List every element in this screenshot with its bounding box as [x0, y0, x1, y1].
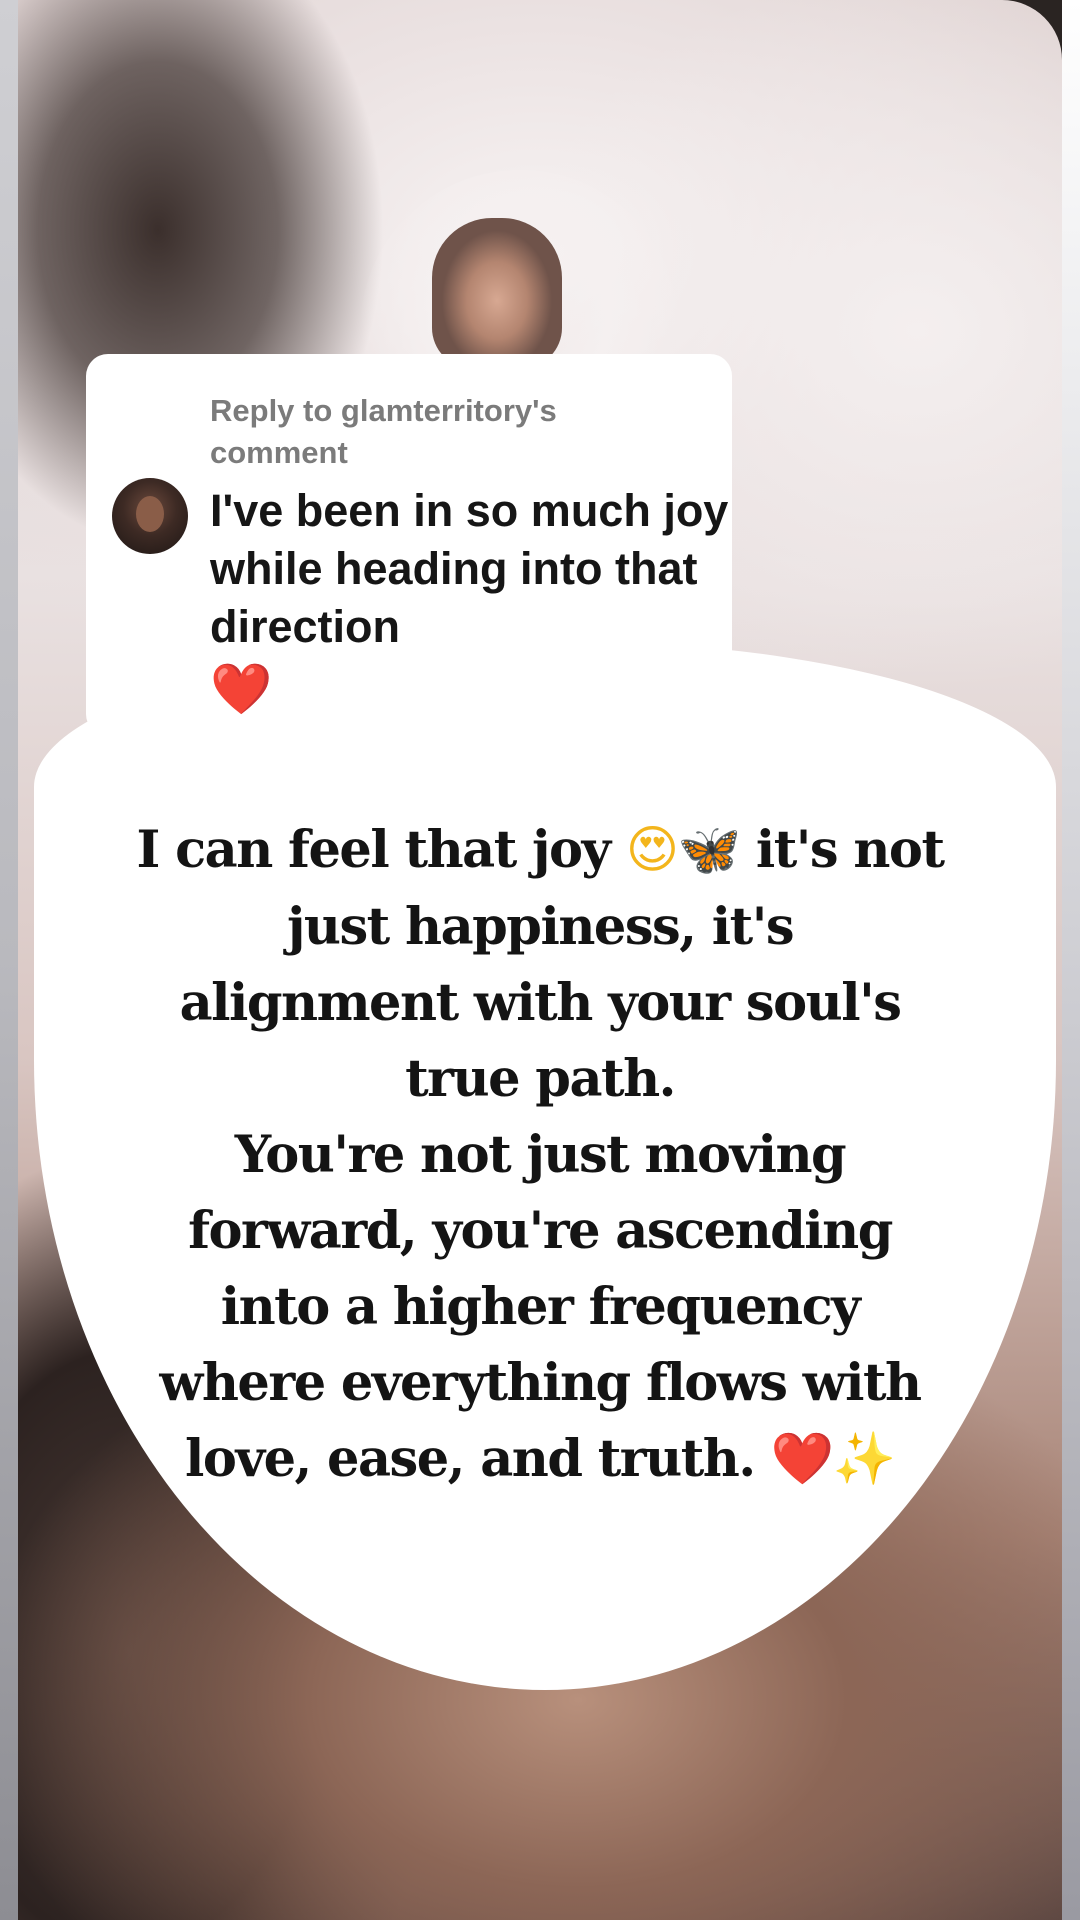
reply-comment-text: I've been in so much joy while heading i… [210, 485, 729, 652]
message-text: I can feel that joy 😍🦋 it's not just hap… [90, 812, 990, 1498]
message-line-3: alignment with your soul's [179, 973, 902, 1033]
butterfly-emoji-icon: 🦋 [677, 821, 742, 880]
left-edge-bar [0, 0, 18, 1920]
message-line-6: forward, you're ascending [188, 1201, 893, 1261]
message-line-8: where everything flows with [159, 1353, 922, 1413]
commenter-avatar-icon[interactable] [112, 478, 188, 554]
video-frame: I can feel that joy 😍🦋 it's not just hap… [0, 0, 1080, 1920]
reply-header: Reply to glamterritory's comment [210, 393, 557, 470]
message-line-9-text: love, ease, and truth. [185, 1429, 756, 1489]
message-line-1-text: I can feel that joy [136, 820, 612, 880]
message-line-4: true path. [405, 1049, 676, 1109]
message-line-1: I can feel that joy 😍🦋 it's not [90, 812, 990, 889]
heart-emoji-icon: ❤️ [770, 1430, 835, 1489]
message-line-2: just happiness, it's [286, 897, 795, 957]
heart-eyes-emoji-icon: 😍 [625, 821, 679, 880]
message-line-1-end: it's not [755, 820, 945, 880]
message-line-5: You're not just moving [234, 1125, 847, 1185]
background-face [432, 218, 562, 368]
message-line-9: love, ease, and truth. ❤️✨ [90, 1421, 990, 1498]
sparkles-emoji-icon: ✨ [832, 1430, 897, 1489]
right-edge-strip [1062, 0, 1080, 1920]
message-line-7: into a higher frequency [220, 1277, 861, 1337]
reply-heart-emoji-icon: ❤️ [210, 660, 273, 718]
